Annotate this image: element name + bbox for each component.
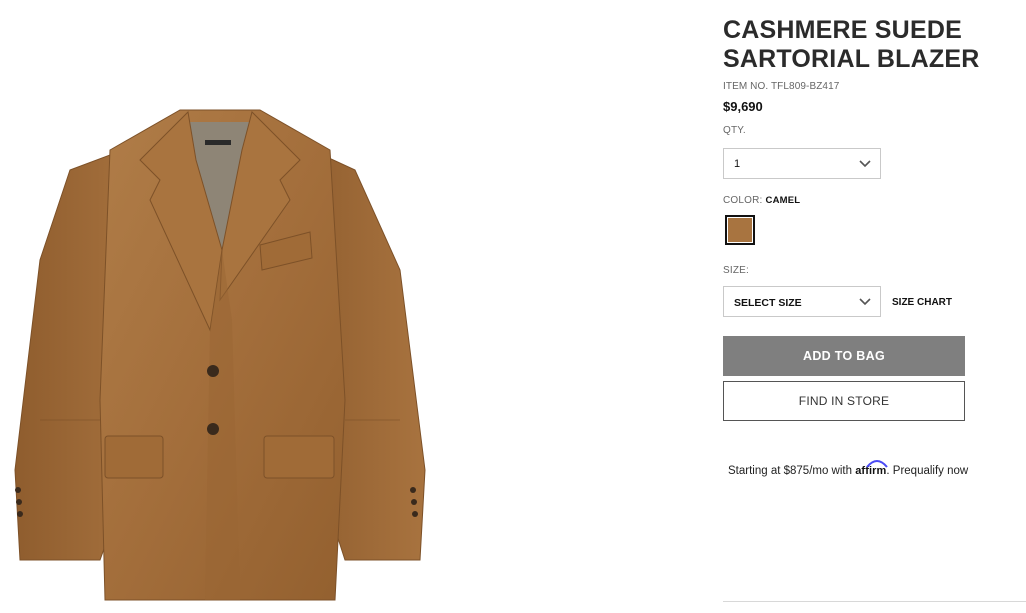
product-details: CASHMERE SUEDE SARTORIAL BLAZER ITEM NO.…: [723, 0, 1026, 613]
affirm-prefix: Starting at $875/mo with: [728, 465, 853, 477]
chevron-down-icon: [859, 160, 871, 168]
size-chart-link[interactable]: SIZE CHART: [892, 297, 952, 308]
item-number: ITEM NO. TFL809-BZ417: [723, 81, 839, 92]
color-swatch-camel[interactable]: [725, 215, 755, 245]
product-image: [0, 0, 440, 613]
chevron-down-icon: [859, 298, 871, 306]
prequalify-link[interactable]: . Prequalify now: [886, 465, 968, 477]
item-number-label: ITEM NO.: [723, 81, 769, 92]
blazer-image: [14, 109, 426, 601]
divider: [723, 601, 1026, 602]
swatch-fill: [728, 218, 752, 242]
find-in-store-button[interactable]: FIND IN STORE: [723, 381, 965, 421]
product-title: CASHMERE SUEDE SARTORIAL BLAZER: [723, 16, 980, 73]
affirm-arc-icon: [866, 460, 888, 468]
color-label-row: COLOR: CAMEL: [723, 195, 800, 206]
color-value: CAMEL: [765, 195, 801, 206]
quantity-select[interactable]: 1: [723, 148, 881, 179]
product-price: $9,690: [723, 99, 763, 114]
add-to-bag-button[interactable]: ADD TO BAG: [723, 336, 965, 376]
product-page: CASHMERE SUEDE SARTORIAL BLAZER ITEM NO.…: [0, 0, 1026, 613]
size-value: SELECT SIZE: [734, 297, 802, 309]
size-select[interactable]: SELECT SIZE: [723, 286, 881, 317]
item-number-value: TFL809-BZ417: [770, 81, 840, 92]
affirm-financing-message: Starting at $875/mo with affirm . Prequa…: [728, 460, 968, 477]
quantity-label: QTY.: [723, 125, 746, 136]
size-label: SIZE:: [723, 265, 750, 276]
affirm-logo: affirm: [855, 460, 888, 477]
color-label: COLOR:: [723, 195, 763, 206]
quantity-value: 1: [734, 158, 741, 170]
